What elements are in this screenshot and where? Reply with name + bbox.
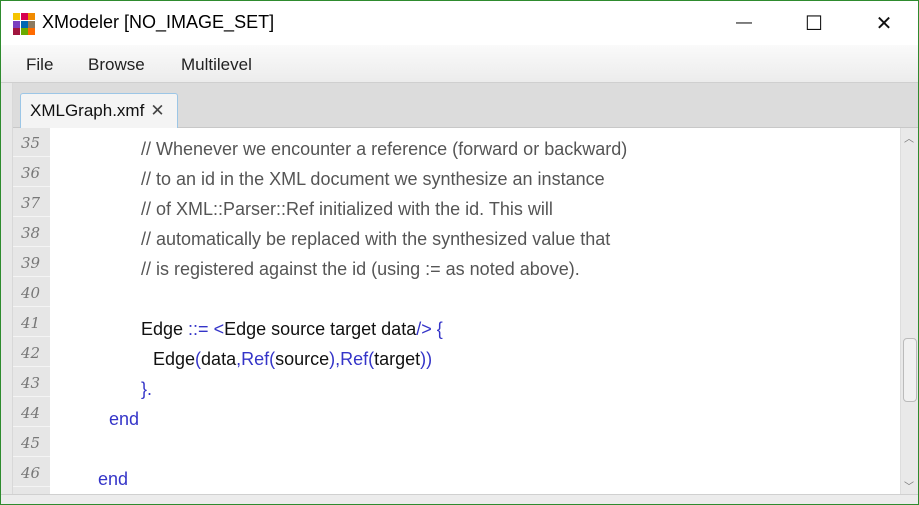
menu-file[interactable]: File [26, 55, 53, 75]
status-strip [1, 494, 918, 504]
code-text: target [374, 349, 421, 369]
line-number: 36 [13, 158, 50, 187]
app-window: XModeler [NO_IMAGE_SET] — ☐ ✕ File Brows… [0, 0, 919, 505]
code-line: // automatically be replaced with the sy… [141, 224, 610, 254]
menu-bar: File Browse Multilevel [1, 45, 918, 83]
logo-square [13, 20, 20, 28]
logo-square [13, 28, 20, 35]
app-logo-icon [13, 13, 35, 35]
code-editor[interactable]: 35 36 37 38 39 40 41 42 43 44 45 46 // Whenever we … [13, 128, 900, 494]
code-line: end [98, 464, 128, 494]
code-comment: // is registered against the id (using :… [141, 259, 580, 279]
code-comment: // automatically be replaced with the sy… [141, 229, 611, 249]
code-keyword: ,Ref( [236, 349, 276, 369]
code-keyword: /> { [416, 319, 443, 339]
code-keyword: end [98, 469, 129, 489]
line-number: 44 [13, 398, 50, 427]
code-text: Edge [141, 319, 189, 339]
minimize-button[interactable]: — [721, 1, 767, 45]
vertical-scrollbar[interactable]: ︿ ﹀ [900, 128, 918, 494]
code-line: Edge(data,Ref(source),Ref(target)) [153, 344, 432, 374]
line-number: 41 [13, 308, 50, 337]
window-title: XModeler [NO_IMAGE_SET] [42, 12, 275, 32]
logo-square [20, 13, 28, 20]
scrollbar-thumb[interactable] [903, 338, 917, 402]
close-button[interactable]: ✕ [861, 1, 907, 45]
code-line: end [109, 404, 139, 434]
code-keyword: < [213, 319, 225, 339]
code-keyword: }. [141, 379, 153, 399]
scroll-up-icon[interactable]: ︿ [904, 130, 914, 145]
line-number: 40 [13, 278, 50, 307]
line-number: 37 [13, 188, 50, 217]
logo-square [20, 28, 28, 35]
line-number-gutter: 35 36 37 38 39 40 41 42 43 44 45 46 [13, 128, 50, 494]
code-text: source [275, 349, 330, 369]
code-line: // of XML::Parser::Ref initialized with … [141, 194, 553, 224]
code-line: }. [141, 374, 152, 404]
code-keyword: ),Ref( [329, 349, 375, 369]
tab-close-icon[interactable]: ✕ [150, 101, 164, 120]
code-comment: // Whenever we encounter a reference (fo… [141, 139, 628, 159]
line-number: 35 [13, 128, 50, 157]
code-keyword: )) [420, 349, 433, 369]
line-number: 43 [13, 368, 50, 397]
code-line: // is registered against the id (using :… [141, 254, 580, 284]
tab-label: XMLGraph.xmf [30, 101, 145, 120]
code-comment: // to an id in the XML document we synth… [141, 169, 605, 189]
code-line: // Whenever we encounter a reference (fo… [141, 134, 627, 164]
logo-square [28, 20, 35, 28]
code-line: Edge ::= <Edge source target data/> { [141, 314, 443, 344]
logo-square [28, 28, 35, 35]
line-number: 38 [13, 218, 50, 247]
editor-left-edge [1, 83, 13, 494]
title-bar: XModeler [NO_IMAGE_SET] — ☐ ✕ [1, 1, 918, 45]
scroll-down-icon[interactable]: ﹀ [904, 478, 914, 493]
logo-square [28, 13, 35, 20]
code-text: Edge source target data [224, 319, 417, 339]
menu-multilevel[interactable]: Multilevel [181, 55, 252, 75]
menu-browse[interactable]: Browse [88, 55, 145, 75]
tab-xmlgraph[interactable]: XMLGraph.xmf ✕ [20, 93, 178, 129]
maximize-button[interactable]: ☐ [791, 1, 837, 45]
code-keyword: end [109, 409, 140, 429]
logo-square [20, 20, 28, 28]
line-number: 39 [13, 248, 50, 277]
line-number: 42 [13, 338, 50, 367]
logo-square [13, 13, 20, 20]
line-number: 45 [13, 428, 50, 457]
code-keyword: ::= [188, 319, 214, 339]
code-comment: // of XML::Parser::Ref initialized with … [141, 199, 553, 219]
tab-bar: XMLGraph.xmf ✕ [1, 83, 918, 129]
code-text: Edge [153, 349, 196, 369]
code-text: data [201, 349, 237, 369]
line-number: 46 [13, 458, 50, 487]
code-line: // to an id in the XML document we synth… [141, 164, 605, 194]
